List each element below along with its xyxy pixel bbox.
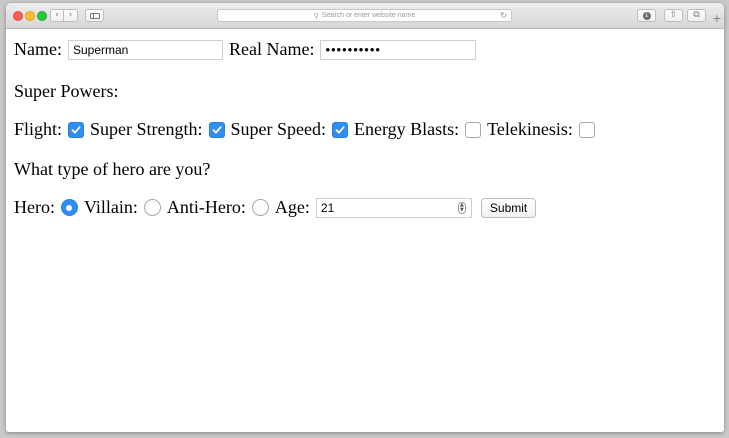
super-powers-heading: Super Powers: [14,81,119,101]
power-label-energy-blasts: Energy Blasts: [354,119,460,139]
chevron-right-icon: › [68,10,73,20]
browser-window: ‹ › ⚲ Search or enter website name ↻ ↓ ⇧… [6,3,724,432]
back-button[interactable]: ‹ [50,9,64,22]
hero-type-question: What type of hero are you? [14,159,211,179]
name-label: Name: [14,39,62,59]
power-label-flight: Flight: [14,119,63,139]
real-name-password-input[interactable]: •••••••••• [320,39,477,60]
super-strength-checkbox[interactable] [208,121,225,138]
name-input[interactable]: Superman [67,39,223,60]
radio-dot-icon [66,204,73,211]
hero-type-label-hero: Hero: [14,197,55,217]
super-powers-heading-row: Super Powers: [14,81,119,102]
hero-type-label-anti-hero: Anti-Hero: [166,197,246,217]
reload-icon[interactable]: ↻ [500,11,507,20]
stepper-down-icon: ▼ [459,206,464,213]
share-button[interactable]: ⇧ [664,9,683,22]
chevron-left-icon: ‹ [55,10,59,20]
download-icon: ↓ [642,11,651,20]
powers-row: Flight: Super Strength: Super Speed: Ene… [14,119,601,140]
minimize-window-button[interactable] [25,11,35,21]
new-tab-button[interactable]: + [710,12,724,26]
villain-radio[interactable] [143,199,161,216]
telekinesis-checkbox[interactable] [578,121,595,138]
search-icon: ⚲ [313,12,319,20]
close-window-button[interactable] [13,11,23,21]
super-speed-checkbox[interactable] [332,121,348,138]
age-input[interactable]: 21 ▲ ▼ [315,197,472,218]
name-row: Name: Superman Real Name: •••••••••• [14,39,477,60]
hero-type-row: Hero: Villain: Anti-Hero: Age: 21 ▲ ▼ Sub… [14,197,537,218]
checkmark-icon [335,125,345,133]
forward-button[interactable]: › [64,9,78,22]
energy-blasts-checkbox[interactable] [465,121,482,138]
power-label-super-speed: Super Speed: [230,119,326,139]
address-bar[interactable]: ⚲ Search or enter website name ↻ [217,9,512,22]
age-value: 21 [320,200,335,215]
page-content: Name: Superman Real Name: •••••••••• Sup… [6,29,724,432]
sidebar-toggle-button[interactable] [85,9,104,22]
sidebar-icon [89,12,100,19]
age-stepper[interactable]: ▲ ▼ [457,201,466,214]
tabs-icon: ⧉ [693,10,700,20]
tab-overview-button[interactable]: ⧉ [687,9,706,22]
browser-toolbar: ‹ › ⚲ Search or enter website name ↻ ↓ ⇧… [6,3,724,29]
checkmark-icon [71,125,81,133]
plus-icon: + [712,12,722,25]
age-label: Age: [274,197,310,217]
checkmark-icon [212,125,222,133]
submit-button[interactable]: Submit [480,197,537,218]
anti-hero-radio[interactable] [251,199,269,216]
hero-type-question-row: What type of hero are you? [14,159,210,180]
downloads-button[interactable]: ↓ [637,9,656,22]
flight-checkbox[interactable] [68,121,85,138]
share-icon: ⇧ [669,10,678,20]
hero-type-label-villain: Villain: [83,197,138,217]
hero-radio[interactable] [60,199,78,216]
power-label-telekinesis: Telekinesis: [487,119,573,139]
maximize-window-button[interactable] [37,11,47,21]
real-name-label: Real Name: [228,39,315,59]
address-bar-placeholder: Search or enter website name [321,12,416,19]
power-label-super-strength: Super Strength: [90,119,203,139]
